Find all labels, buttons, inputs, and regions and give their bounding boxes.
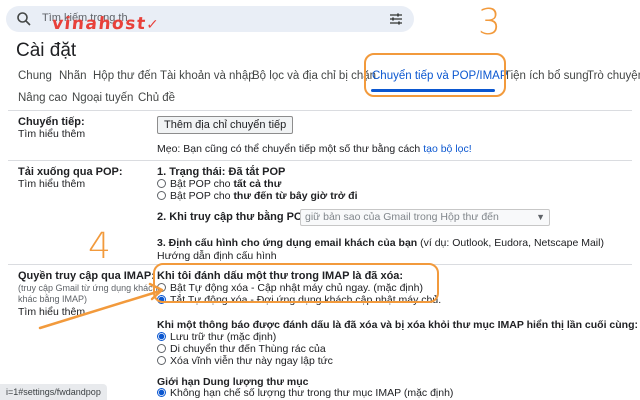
pop-option-from-now-bold: thư đến từ bây giờ trở đi bbox=[233, 190, 358, 202]
tabs-divider bbox=[8, 110, 632, 111]
settings-tabs: Chung Nhãn Hộp thư đến Tài khoản và nhập… bbox=[18, 66, 640, 88]
pop-config-hint: (ví dụ: Outlook, Eudora, Netscape Mail) bbox=[417, 237, 604, 249]
annotation-number-4: 4 bbox=[88, 226, 111, 267]
tab-filters-blocked[interactable]: Bộ lọc và địa chỉ bị chặn bbox=[252, 70, 376, 82]
tab-accounts-import[interactable]: Tài khoản và nhập bbox=[160, 70, 255, 82]
limit-none-radio[interactable] bbox=[157, 388, 166, 397]
pop-config-heading: 3. Định cấu hình cho ứng dụng email khác… bbox=[157, 237, 604, 249]
pop-config-heading-bold: 3. Định cấu hình cho ứng dụng email khác… bbox=[157, 237, 418, 249]
pop-all-radio[interactable] bbox=[157, 179, 166, 188]
imap-expunge-heading: Khi một thông báo được đánh dấu là đã xó… bbox=[157, 319, 639, 331]
tab-labels[interactable]: Nhãn bbox=[59, 70, 87, 82]
expunge-archive-text: Lưu trữ thư (mặc định) bbox=[170, 331, 277, 343]
highlight-box-imap-delete bbox=[153, 263, 439, 303]
add-forwarding-address-button[interactable]: Thêm địa chỉ chuyển tiếp bbox=[157, 116, 294, 134]
imap-sublabel-2: khác bằng IMAP) bbox=[18, 294, 88, 304]
imap-label: Quyền truy cập qua IMAP: bbox=[18, 270, 155, 282]
imap-expunge-trash[interactable]: Di chuyển thư đến Thùng rác của bbox=[157, 343, 326, 355]
forwarding-label: Chuyển tiếp: bbox=[18, 116, 85, 128]
tab-chat[interactable]: Trò chuyện bbox=[587, 70, 640, 82]
imap-expunge-delete[interactable]: Xóa vĩnh viễn thư này ngay lập tức bbox=[157, 355, 333, 367]
pop-option-all[interactable]: Bật POP cho tất cả thư bbox=[157, 178, 281, 190]
tab-themes[interactable]: Chủ đề bbox=[138, 92, 175, 104]
page-title: Cài đặt bbox=[16, 40, 77, 61]
search-options-icon[interactable] bbox=[388, 11, 404, 27]
imap-learn-more-link[interactable]: Tìm hiểu thêm bbox=[18, 306, 85, 318]
annotation-number-3: 3 bbox=[478, 2, 501, 43]
expunge-trash-text: Di chuyển thư đến Thùng rác của bbox=[170, 343, 326, 355]
imap-sublabel-1: (truy cập Gmail từ ứng dụng khách bbox=[18, 283, 158, 293]
pop-option-all-text: Bật POP cho bbox=[170, 178, 234, 190]
imap-limit-option[interactable]: Không hạn chế số lượng thư trong thư mục… bbox=[157, 388, 453, 400]
pop-option-all-bold: tất cả thư bbox=[233, 178, 282, 190]
imap-limit-heading: Giới hạn Dung lượng thư mục bbox=[157, 376, 309, 388]
create-filter-link[interactable]: tạo bộ lọc! bbox=[423, 143, 471, 155]
pop-select-value: giữ bản sao của Gmail trong Hộp thư đến bbox=[305, 211, 499, 223]
pop-status-heading: 1. Trạng thái: Đã tắt POP bbox=[157, 166, 286, 178]
imap-expunge-archive[interactable]: Lưu trữ thư (mặc định) bbox=[157, 331, 276, 343]
pop-config-instructions-link[interactable]: Hướng dẫn định cấu hình bbox=[157, 250, 277, 262]
status-url-bar: i=1#settings/fwdandpop bbox=[0, 384, 107, 400]
expunge-archive-radio[interactable] bbox=[157, 332, 166, 341]
highlight-box-tab bbox=[364, 53, 506, 97]
forwarding-tip: Mẹo: Bạn cũng có thể chuyển tiếp một số … bbox=[157, 143, 472, 155]
watermark-logo: vinahost✓ bbox=[50, 14, 161, 34]
tab-advanced[interactable]: Nâng cao bbox=[18, 92, 67, 104]
limit-none-text: Không hạn chế số lượng thư trong thư mục… bbox=[170, 388, 454, 399]
pop-label: Tải xuống qua POP: bbox=[18, 166, 123, 178]
pop-option-from-now[interactable]: Bật POP cho thư đến từ bây giờ trở đi bbox=[157, 190, 358, 202]
top-bar: Tìm kiếm trong th vinahost✓ bbox=[0, 0, 640, 36]
pop-option-from-now-text: Bật POP cho bbox=[170, 190, 234, 202]
tab-offline[interactable]: Ngoại tuyến bbox=[72, 92, 133, 104]
tab-general[interactable]: Chung bbox=[18, 70, 52, 82]
expunge-trash-radio[interactable] bbox=[157, 344, 166, 353]
forwarding-divider bbox=[8, 160, 632, 161]
tab-inbox[interactable]: Hộp thư đến bbox=[93, 70, 157, 82]
chevron-down-icon: ▼ bbox=[536, 212, 545, 222]
pop-from-now-radio[interactable] bbox=[157, 191, 166, 200]
tab-addons[interactable]: Tiện ích bổ sung bbox=[504, 70, 589, 82]
pop-when-access-select[interactable]: giữ bản sao của Gmail trong Hộp thư đến ▼ bbox=[300, 209, 550, 226]
forwarding-learn-more-link[interactable]: Tìm hiểu thêm bbox=[18, 128, 85, 140]
pop-when-access-heading: 2. Khi truy cập thư bằng POP bbox=[157, 211, 310, 223]
expunge-delete-text: Xóa vĩnh viễn thư này ngay lập tức bbox=[170, 355, 333, 367]
expunge-delete-radio[interactable] bbox=[157, 356, 166, 365]
pop-learn-more-link[interactable]: Tìm hiểu thêm bbox=[18, 178, 85, 190]
forwarding-tip-text: Mẹo: Bạn cũng có thể chuyển tiếp một số … bbox=[157, 143, 424, 155]
search-icon[interactable] bbox=[16, 11, 32, 27]
